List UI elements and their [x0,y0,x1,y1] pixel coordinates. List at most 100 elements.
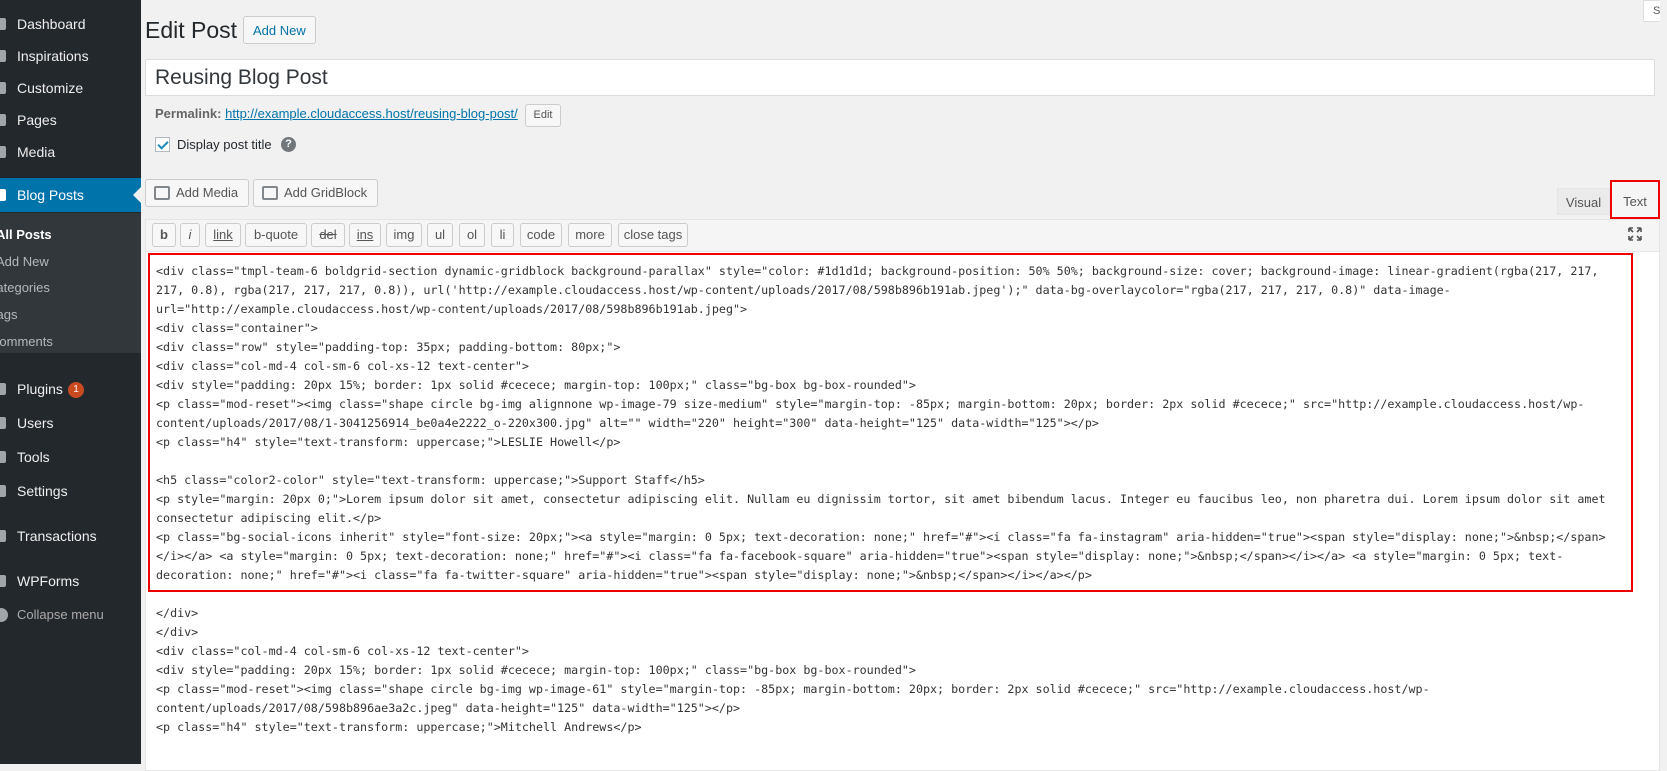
menu-item-label: Plugins [17,381,63,397]
lightbulb-icon [0,50,6,62]
menu-item-label: Inspirations [17,48,89,64]
qt-italic-button[interactable]: i [180,223,200,247]
menu-item-inspirations[interactable]: Inspirations [0,39,141,73]
qt-img-button[interactable]: img [386,223,422,247]
qt-link-button[interactable]: link [205,223,241,247]
edit-permalink-button[interactable]: Edit [525,104,561,127]
forms-icon [0,575,6,587]
cube-icon [262,186,278,200]
qt-ol-button[interactable]: ol [459,223,485,247]
submenu-all-posts[interactable]: All Posts [0,225,52,245]
menu-item-label: Blog Posts [17,187,84,203]
add-new-button[interactable]: Add New [243,16,316,44]
menu-item-transactions[interactable]: Transactions [0,519,141,553]
code-line: consectetur adipiscing elit.</p> [156,511,382,525]
qt-del-button[interactable]: del [311,223,345,247]
post-title-input[interactable]: Reusing Blog Post [145,59,1655,96]
collapse-menu-button[interactable]: Collapse menu [0,598,141,632]
permalink-link[interactable]: http://example.cloudaccess.host/reusing-… [225,106,518,121]
code-line: <div class="container"> [156,321,318,335]
menu-item-label: Dashboard [17,16,86,32]
permalink-row: Permalink: http://example.cloudaccess.ho… [155,106,518,121]
menu-item-tools[interactable]: Tools [0,440,141,474]
code-line: content/uploads/2017/08/598b896ae3a2c.jp… [156,701,741,715]
menu-item-label: Settings [17,483,68,499]
menu-item-pages[interactable]: Pages [0,103,141,137]
qt-ins-button[interactable]: ins [349,223,381,247]
code-line: decoration: none;" href="#"><i class="fa… [156,568,1092,582]
tab-text[interactable]: Text [1610,180,1660,219]
menu-item-plugins[interactable]: Plugins 1 [0,372,141,406]
code-line: <div class="row" style="padding-top: 35p… [156,340,621,354]
code-line: </div> [156,606,199,620]
code-line: </div> [156,625,199,639]
menu-item-settings[interactable]: Settings [0,474,141,508]
permalink-base: http://example.cloudaccess.host/ [225,106,414,121]
submenu-tags[interactable]: Tags [0,305,17,325]
display-post-title-checkbox[interactable] [155,137,170,152]
page-title: Edit Post [145,17,238,43]
code-line: <p class="bg-social-icons inherit" style… [156,530,1606,544]
page-icon [0,114,6,126]
submenu-add-new[interactable]: Add New [0,252,49,272]
menu-item-label: Tools [17,449,50,465]
permalink-label: Permalink: [155,106,222,121]
collapse-menu-label: Collapse menu [17,607,104,622]
wrench-icon [0,451,6,463]
submenu-comments[interactable]: Comments [0,332,53,352]
qt-code-button[interactable]: code [520,223,562,247]
menu-item-wpforms[interactable]: WPForms [0,564,141,598]
plug-icon [0,383,6,395]
qt-ul-button[interactable]: ul [427,223,453,247]
brush-icon [0,82,6,94]
media-icon [0,146,6,158]
code-line: <div style="padding: 20px 15%; border: 1… [156,378,916,392]
menu-item-dashboard[interactable]: Dashboard [0,7,141,41]
qt-li-button[interactable]: li [491,223,514,247]
qt-close-tags-button[interactable]: close tags [618,223,688,247]
menu-item-label: Users [17,415,54,431]
add-media-label: Add Media [176,185,239,200]
code-line: url="http://example.cloudaccess.host/wp-… [156,302,748,316]
code-line: <p class="mod-reset"><img class="shape c… [156,397,1585,411]
pin-icon [0,189,6,201]
submenu-categories[interactable]: Categories [0,278,50,298]
qt-blockquote-button[interactable]: b-quote [245,223,307,247]
users-icon [0,417,6,429]
transactions-icon [0,530,6,542]
dashboard-icon [0,18,6,30]
collapse-icon [0,608,8,622]
menu-item-blog-posts[interactable]: Blog Posts [0,178,141,212]
add-gridblock-label: Add GridBlock [284,185,368,200]
expand-icon [1628,227,1642,241]
add-media-button[interactable]: Add Media [145,179,250,207]
code-line: <div class="col-md-4 col-sm-6 col-xs-12 … [156,359,529,373]
update-count-badge: 1 [68,382,84,398]
code-line: <div class="tmpl-team-6 boldgrid-section… [156,264,1599,278]
display-post-title-label: Display post title [177,137,272,152]
fullscreen-icon[interactable] [1628,227,1642,241]
admin-sidebar: Dashboard Inspirations Customize Pages M… [0,0,141,764]
menu-item-customize[interactable]: Customize [0,71,141,105]
code-line: <h5 class="color2-color" style="text-tra… [156,473,705,487]
qt-more-button[interactable]: more [568,223,612,247]
qt-bold-button[interactable]: b [152,223,176,247]
code-line: 217, 0.8), rgba(217, 217, 217, 0.8)), ur… [156,283,1451,297]
code-line: <p class="h4" style="text-transform: upp… [156,435,621,449]
code-line: <p class="mod-reset"><img class="shape c… [156,682,1430,696]
menu-item-users[interactable]: Users [0,406,141,440]
menu-item-label: WPForms [17,573,80,589]
code-line: <p style="margin: 20px 0;">Lorem ipsum d… [156,492,1606,506]
menu-item-label: Media [17,144,56,160]
code-line: content/uploads/2017/08/1-3041256914_be0… [156,416,1099,430]
settings-icon [0,485,6,497]
code-line: <div style="padding: 20px 15%; border: 1… [156,663,916,677]
media-icon [154,186,170,200]
code-line: <p class="h4" style="text-transform: upp… [156,720,642,734]
help-icon[interactable]: ? [281,137,296,152]
permalink-slug: reusing-blog-post/ [413,106,518,121]
code-line: </i></a> <a style="margin: 0 5px; text-d… [156,549,1564,563]
menu-item-media[interactable]: Media [0,135,141,169]
add-gridblock-button[interactable]: Add GridBlock [253,179,379,207]
tab-visual[interactable]: Visual [1557,188,1610,215]
